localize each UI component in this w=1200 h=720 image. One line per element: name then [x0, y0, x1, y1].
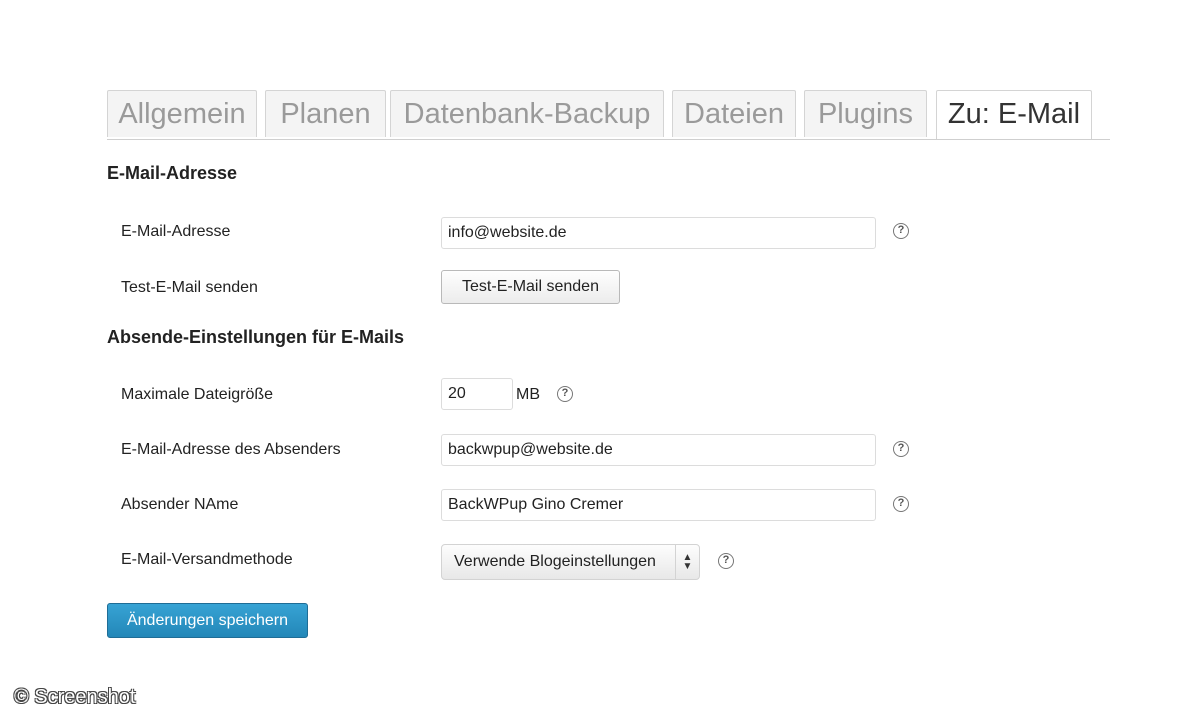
save-changes-button[interactable]: Änderungen speichern	[107, 603, 308, 638]
help-icon[interactable]: ?	[893, 441, 909, 457]
sender-name-field[interactable]: BackWPup Gino Cremer	[441, 489, 876, 521]
help-icon[interactable]: ?	[557, 386, 573, 402]
help-icon[interactable]: ?	[718, 553, 734, 569]
tab-dateien[interactable]: Dateien	[672, 90, 796, 137]
help-icon[interactable]: ?	[893, 496, 909, 512]
test-email-label: Test-E-Mail senden	[121, 279, 258, 296]
email-address-label: E-Mail-Adresse	[121, 223, 231, 240]
sender-address-label: E-Mail-Adresse des Absenders	[121, 441, 341, 458]
email-address-field[interactable]: info@website.de	[441, 217, 876, 249]
send-method-value: Verwende Blogeinstellungen	[454, 553, 656, 570]
send-test-email-button[interactable]: Test-E-Mail senden	[441, 270, 620, 304]
tab-planen[interactable]: Planen	[265, 90, 386, 137]
tab-datenbank-backup[interactable]: Datenbank-Backup	[390, 90, 664, 137]
screenshot-watermark: © Screenshot	[14, 686, 136, 708]
tab-divider	[107, 139, 1110, 140]
max-file-size-label: Maximale Dateigröße	[121, 386, 274, 403]
select-arrows-icon: ▲ ▼	[675, 545, 699, 579]
max-file-size-unit: MB	[516, 386, 540, 403]
sender-address-field[interactable]: backwpup@website.de	[441, 434, 876, 466]
section-title-sending: Absende-Einstellungen für E-Mails	[107, 327, 405, 347]
tab-email[interactable]: Zu: E-Mail	[936, 90, 1092, 140]
tab-allgemein[interactable]: Allgemein	[107, 90, 257, 137]
send-method-select[interactable]: Verwende Blogeinstellungen ▲ ▼	[441, 544, 700, 580]
max-file-size-field[interactable]: 20	[441, 378, 513, 410]
sender-name-label: Absender NAme	[121, 496, 239, 513]
send-method-label: E-Mail-Versandmethode	[121, 551, 293, 568]
help-icon[interactable]: ?	[893, 223, 909, 239]
tab-plugins[interactable]: Plugins	[804, 90, 927, 137]
section-title-email: E-Mail-Adresse	[107, 163, 238, 183]
